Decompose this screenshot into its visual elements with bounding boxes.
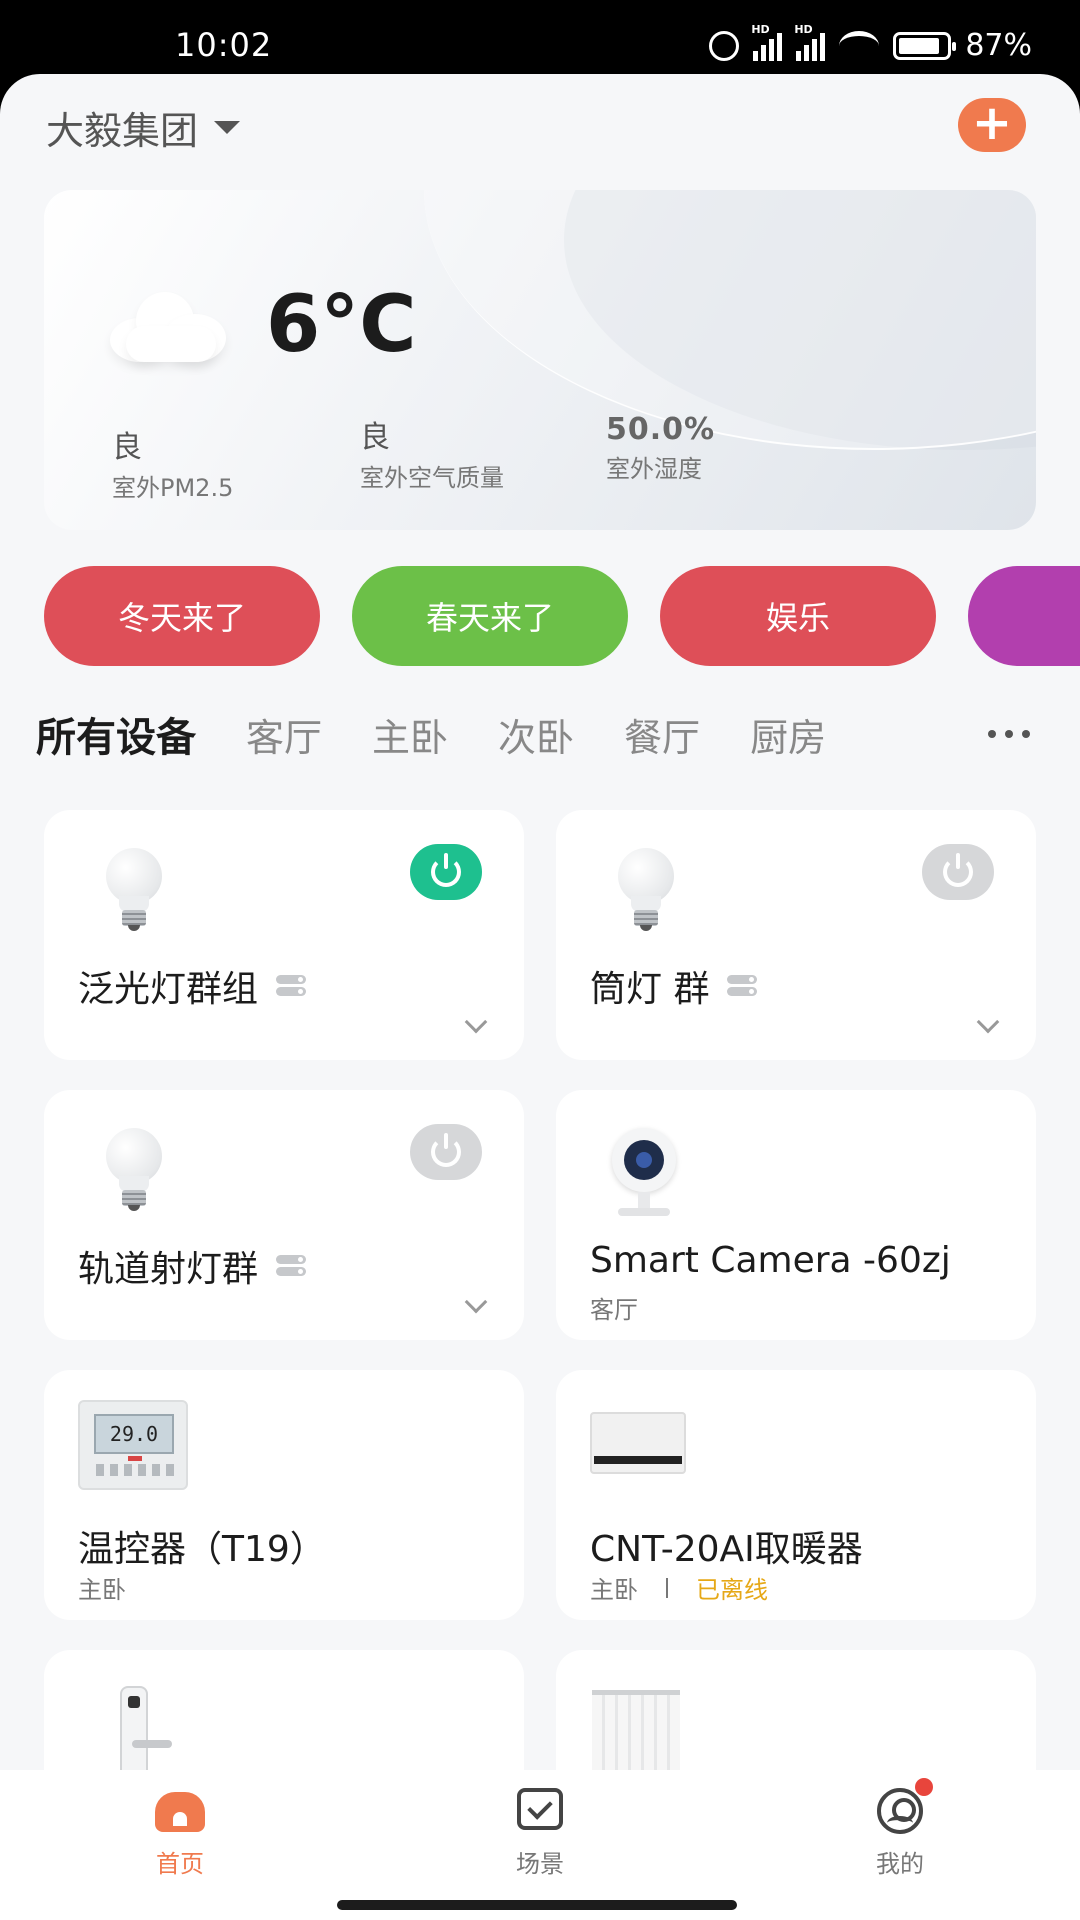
scene-chip[interactable]: 娱乐 [660, 566, 936, 666]
device-name: Smart Camera -60zj [590, 1240, 951, 1281]
heater-icon [590, 1400, 700, 1510]
device-name-row: 温控器（T19） [78, 1520, 326, 1572]
air-quality-stat: 良 室外空气质量 [360, 412, 504, 493]
nav-home-label: 首页 [156, 1850, 204, 1878]
status-bar: 10:02 HD HD 87% [0, 0, 1080, 74]
home-screen: 大毅集团 + 6°C 良 室外PM2.5 良 室外空气质量 50.0% 室外湿度… [0, 74, 1080, 1920]
nav-home[interactable]: 首页 [80, 1784, 280, 1879]
air-quality-value: 良 [360, 420, 390, 455]
device-room-label: 客厅 [590, 1296, 638, 1324]
device-name-row: 筒灯 群 [590, 960, 758, 1012]
bulb-icon [590, 840, 700, 950]
device-card[interactable]: 泛光灯群组 [44, 810, 524, 1060]
scene-chips: 冬天来了 春天来了 娱乐 休 [44, 566, 1080, 666]
battery-icon [893, 31, 957, 60]
device-name: 泛光灯群组 [78, 969, 259, 1010]
scene-chip[interactable]: 春天来了 [352, 566, 628, 666]
group-icon [276, 1255, 307, 1277]
tab-living-room[interactable]: 客厅 [246, 707, 322, 762]
device-room: 客厅 [590, 1290, 638, 1325]
add-device-button[interactable]: + [958, 98, 1026, 152]
tab-second-bedroom[interactable]: 次卧 [498, 707, 574, 762]
humidity-value: 50.0% [606, 412, 716, 447]
tab-master-bedroom[interactable]: 主卧 [372, 707, 448, 762]
humidity-label: 室外湿度 [606, 455, 702, 483]
nav-profile[interactable]: 我的 [800, 1778, 1000, 1879]
camera-icon [590, 1120, 700, 1230]
pm25-value: 良 [112, 430, 142, 465]
device-name-row: CNT-20AI取暖器 [590, 1520, 863, 1572]
bottom-nav: 首页 场景 我的 [0, 1770, 1080, 1920]
device-card[interactable]: 筒灯 群 [556, 810, 1036, 1060]
group-icon [727, 975, 758, 997]
humidity-stat: 50.0% 室外湿度 [606, 412, 715, 484]
nav-scenes[interactable]: 场景 [440, 1784, 640, 1879]
device-name: 筒灯 群 [590, 969, 710, 1010]
device-room-label: 主卧 [78, 1576, 126, 1604]
profile-icon [873, 1778, 933, 1834]
cloud-icon [110, 292, 226, 362]
status-time: 10:02 [175, 26, 273, 64]
offline-status: 已离线 [696, 1576, 768, 1604]
signal-icon: HD [751, 23, 783, 61]
power-icon [431, 1133, 461, 1167]
more-icon[interactable] [988, 730, 1030, 738]
device-name-row: 轨道射灯群 [78, 1240, 307, 1292]
device-room: 主卧 已离线 [590, 1570, 768, 1605]
chevron-down-icon[interactable] [464, 1290, 488, 1314]
device-name-row: Smart Camera -60zj [590, 1240, 951, 1281]
chevron-down-icon[interactable] [464, 1010, 488, 1034]
device-name: 轨道射灯群 [78, 1249, 259, 1290]
home-indicator [337, 1900, 737, 1910]
scene-chip[interactable]: 冬天来了 [44, 566, 320, 666]
scene-chip[interactable]: 休 [968, 566, 1080, 666]
tab-kitchen[interactable]: 厨房 [750, 707, 826, 762]
signal-icon: HD [794, 23, 826, 61]
device-card[interactable]: CNT-20AI取暖器 主卧 已离线 [556, 1370, 1036, 1620]
device-name: 温控器（T19） [78, 1529, 326, 1570]
chevron-down-icon[interactable] [976, 1010, 1000, 1034]
plus-icon: + [971, 95, 1013, 151]
weather-card[interactable]: 6°C 良 室外PM2.5 良 室外空气质量 50.0% 室外湿度 [44, 190, 1036, 530]
status-icons: HD HD 87% [709, 23, 1032, 63]
device-room: 主卧 [78, 1570, 126, 1605]
tab-dining-room[interactable]: 餐厅 [624, 707, 700, 762]
nav-scenes-label: 场景 [516, 1850, 564, 1878]
power-icon [431, 853, 461, 887]
power-button[interactable] [922, 844, 994, 900]
device-room-label: 主卧 [590, 1576, 638, 1604]
group-icon [276, 975, 307, 997]
wifi-icon [839, 30, 880, 61]
room-tabs: 所有设备 客厅 主卧 次卧 餐厅 厨房 [36, 704, 1046, 764]
alarm-icon [709, 30, 740, 61]
temperature: 6°C [266, 280, 417, 370]
divider [666, 1577, 668, 1598]
device-card[interactable]: 轨道射灯群 [44, 1090, 524, 1340]
caret-down-icon [214, 121, 241, 134]
home-icon [153, 1784, 207, 1832]
thermostat-icon: 29.0 [78, 1400, 188, 1510]
thermostat-display: 29.0 [94, 1414, 174, 1454]
device-card[interactable]: 29.0 温控器（T19） 主卧 [44, 1370, 524, 1620]
power-button[interactable] [410, 844, 482, 900]
bulb-icon [78, 840, 188, 950]
air-quality-label: 室外空气质量 [360, 464, 504, 492]
device-card[interactable]: Smart Camera -60zj 客厅 [556, 1090, 1036, 1340]
bulb-icon [78, 1120, 188, 1230]
notification-dot [915, 1778, 933, 1796]
home-selector[interactable]: 大毅集团 [46, 100, 241, 155]
pm25-stat: 良 室外PM2.5 [112, 422, 233, 503]
power-button[interactable] [410, 1124, 482, 1180]
nav-profile-label: 我的 [876, 1850, 924, 1878]
pm25-label: 室外PM2.5 [112, 474, 234, 502]
weather-decoration [424, 190, 1036, 450]
battery-percent: 87% [965, 28, 1032, 63]
tab-all-devices[interactable]: 所有设备 [36, 705, 196, 763]
power-icon [943, 853, 973, 887]
scene-check-icon [513, 1784, 567, 1832]
battery-level [899, 37, 940, 54]
device-name-row: 泛光灯群组 [78, 960, 307, 1012]
home-name: 大毅集团 [46, 109, 199, 153]
device-name: CNT-20AI取暖器 [590, 1529, 863, 1570]
